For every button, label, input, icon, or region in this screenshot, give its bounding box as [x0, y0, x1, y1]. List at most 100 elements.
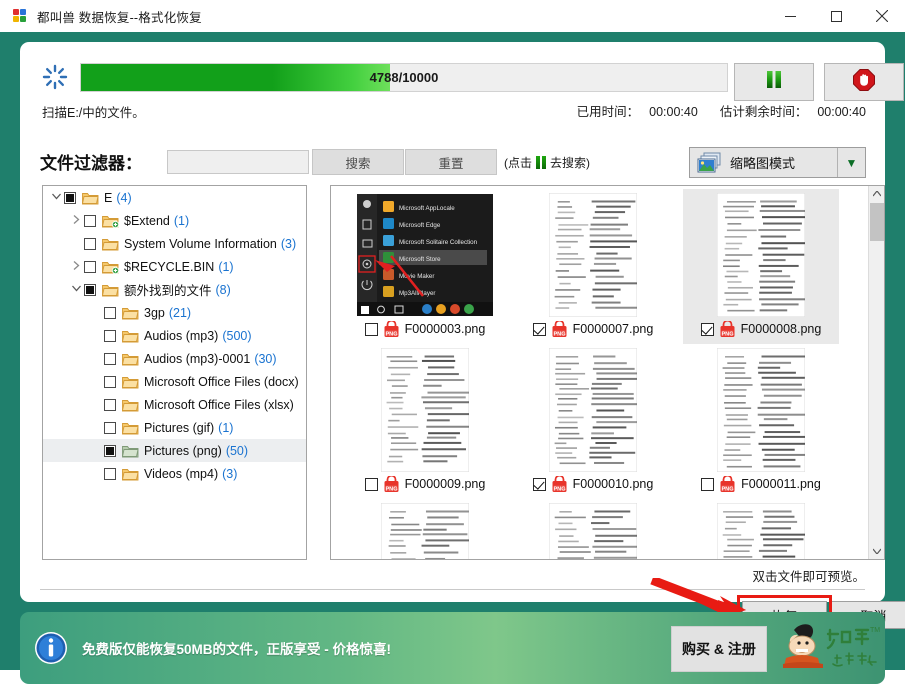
thumbnail-preview-document[interactable]	[357, 347, 493, 472]
thumbnail-preview-document[interactable]	[693, 192, 829, 317]
tree-item[interactable]: $RECYCLE.BIN(1)	[43, 255, 306, 278]
thumbnail-checkbox[interactable]	[701, 323, 714, 336]
search-hint: (点击 去搜索)	[504, 154, 590, 171]
thumbnail-checkbox[interactable]	[365, 323, 378, 336]
tree-item-checkbox[interactable]	[104, 468, 116, 480]
chevron-up-icon[interactable]	[869, 186, 885, 202]
tree-item-checkbox[interactable]	[104, 422, 116, 434]
thumbnail-preview-document[interactable]	[693, 347, 829, 472]
tree-item-label: E	[104, 191, 112, 205]
tree-item[interactable]: Microsoft Office Files (docx)	[43, 370, 306, 393]
tree-item[interactable]: Pictures (gif)(1)	[43, 416, 306, 439]
folder-tree-panel[interactable]: E(4)$Extend(1)System Volume Information(…	[42, 185, 307, 560]
thumbnail-item[interactable]: Microsoft AppLocaleMicrosoft EdgeMicroso…	[347, 189, 503, 344]
reset-button[interactable]: 重置	[405, 149, 497, 175]
tree-item[interactable]: Audios (mp3)(500)	[43, 324, 306, 347]
thumbnail-label-row: PNG F0000003.png	[365, 317, 486, 341]
tree-item-label: Microsoft Office Files (docx)	[144, 375, 299, 389]
promo-banner: 免费版仅能恢复50MB的文件，正版享受 - 价格惊喜! 购买 & 注册	[20, 612, 885, 684]
search-hint-prefix: (点击	[504, 154, 532, 171]
thumbnail-item[interactable]	[515, 499, 671, 560]
chevron-right-icon[interactable]	[69, 215, 84, 227]
puzzle-icon	[12, 8, 28, 24]
chevron-down-icon[interactable]	[49, 192, 64, 203]
tree-item-count: (8)	[216, 283, 231, 297]
tree-item-checkbox[interactable]	[104, 307, 116, 319]
thumbnail-preview-document[interactable]	[525, 192, 661, 317]
tree-item-checkbox[interactable]	[104, 399, 116, 411]
file-filter-label: 文件过滤器：	[40, 149, 142, 174]
maximize-button[interactable]	[813, 0, 859, 32]
scan-progress-bar: 4788/10000	[80, 63, 728, 92]
thumbnail-scrollbar[interactable]	[868, 186, 884, 559]
png-file-icon: PNG	[383, 321, 400, 338]
tree-item[interactable]: Pictures (png)(50)	[43, 439, 306, 462]
thumbnail-item[interactable]: PNGF0000007.png	[515, 189, 671, 344]
thumbnail-item[interactable]: PNGF0000011.png	[683, 344, 839, 499]
tree-item[interactable]: Audios (mp3)-0001(30)	[43, 347, 306, 370]
close-button[interactable]	[859, 0, 905, 32]
thumbnail-item[interactable]: PNGF0000010.png	[515, 344, 671, 499]
svg-text:Mp3AllPlayer: Mp3AllPlayer	[399, 290, 435, 297]
thumbnail-checkbox[interactable]	[533, 323, 546, 336]
tree-item-checkbox[interactable]	[104, 376, 116, 388]
svg-text:Microsoft Store: Microsoft Store	[399, 256, 441, 263]
tree-item-count: (21)	[169, 306, 191, 320]
tree-item-checkbox[interactable]	[84, 261, 96, 273]
thumbnail-item[interactable]	[683, 499, 839, 560]
thumbnail-preview-document[interactable]	[693, 502, 829, 560]
chevron-right-icon[interactable]	[69, 261, 84, 273]
thumbnail-preview-document[interactable]	[525, 502, 661, 560]
scrollbar-thumb[interactable]	[870, 203, 884, 241]
tree-item[interactable]: Microsoft Office Files (xlsx)	[43, 393, 306, 416]
info-icon	[34, 631, 68, 665]
tree-item-label: 额外找到的文件	[124, 280, 212, 299]
chevron-down-icon[interactable]	[869, 543, 885, 559]
thumbnail-item[interactable]: PNGF0000008.png	[683, 189, 839, 344]
file-filter-input[interactable]	[167, 150, 309, 174]
tree-item-label: Microsoft Office Files (xlsx)	[144, 398, 294, 412]
buy-register-button[interactable]: 购买 & 注册	[671, 626, 767, 672]
tree-item[interactable]: 3gp(21)	[43, 301, 306, 324]
tree-item-checkbox[interactable]	[104, 330, 116, 342]
tree-item[interactable]: $Extend(1)	[43, 209, 306, 232]
search-button[interactable]: 搜索	[312, 149, 404, 175]
stop-hand-icon	[853, 69, 875, 96]
tree-item[interactable]: E(4)	[43, 186, 306, 209]
tree-item-checkbox[interactable]	[64, 192, 76, 204]
window-controls	[767, 0, 905, 32]
svg-text:Microsoft Edge: Microsoft Edge	[399, 222, 441, 229]
thumbnail-filename: F0000009.png	[405, 477, 486, 491]
thumbnail-preview-screenshot[interactable]: Microsoft AppLocaleMicrosoft EdgeMicroso…	[357, 192, 493, 317]
thumbnail-filename: F0000003.png	[405, 322, 486, 336]
tree-item-checkbox[interactable]	[104, 353, 116, 365]
tree-item[interactable]: Videos (mp4)(3)	[43, 462, 306, 485]
tree-item-label: $Extend	[124, 214, 170, 228]
minimize-button[interactable]	[767, 0, 813, 32]
thumbnail-checkbox[interactable]	[701, 478, 714, 491]
thumbnail-preview-document[interactable]	[525, 347, 661, 472]
tree-item-checkbox[interactable]	[84, 215, 96, 227]
tree-item[interactable]: System Volume Information(3)	[43, 232, 306, 255]
pause-scan-button[interactable]	[734, 63, 814, 101]
png-file-icon: PNG	[719, 321, 736, 338]
chevron-down-icon[interactable]: ▼	[837, 148, 865, 177]
thumbnail-checkbox[interactable]	[365, 478, 378, 491]
tree-item-checkbox[interactable]	[84, 238, 96, 250]
chevron-down-icon[interactable]	[69, 284, 84, 295]
view-mode-dropdown[interactable]: 缩略图模式 ▼	[689, 147, 866, 178]
thumbnail-checkbox[interactable]	[533, 478, 546, 491]
thumbnail-preview-document[interactable]	[357, 502, 493, 560]
folder-open-icon	[122, 329, 139, 343]
tree-item[interactable]: 额外找到的文件 (8)	[43, 278, 306, 301]
tree-item-checkbox[interactable]	[104, 445, 116, 457]
svg-text:PNG: PNG	[385, 331, 397, 337]
dujiaoshou-mascot-logo: TM	[780, 620, 880, 678]
svg-text:PNG: PNG	[722, 486, 734, 492]
thumbnail-item[interactable]: PNGF0000009.png	[347, 344, 503, 499]
tree-item-count: (3)	[281, 237, 296, 251]
file-thumbnail-panel[interactable]: Microsoft AppLocaleMicrosoft EdgeMicroso…	[330, 185, 885, 560]
stop-scan-button[interactable]	[824, 63, 904, 101]
thumbnail-item[interactable]	[347, 499, 503, 560]
tree-item-checkbox[interactable]	[84, 284, 96, 296]
